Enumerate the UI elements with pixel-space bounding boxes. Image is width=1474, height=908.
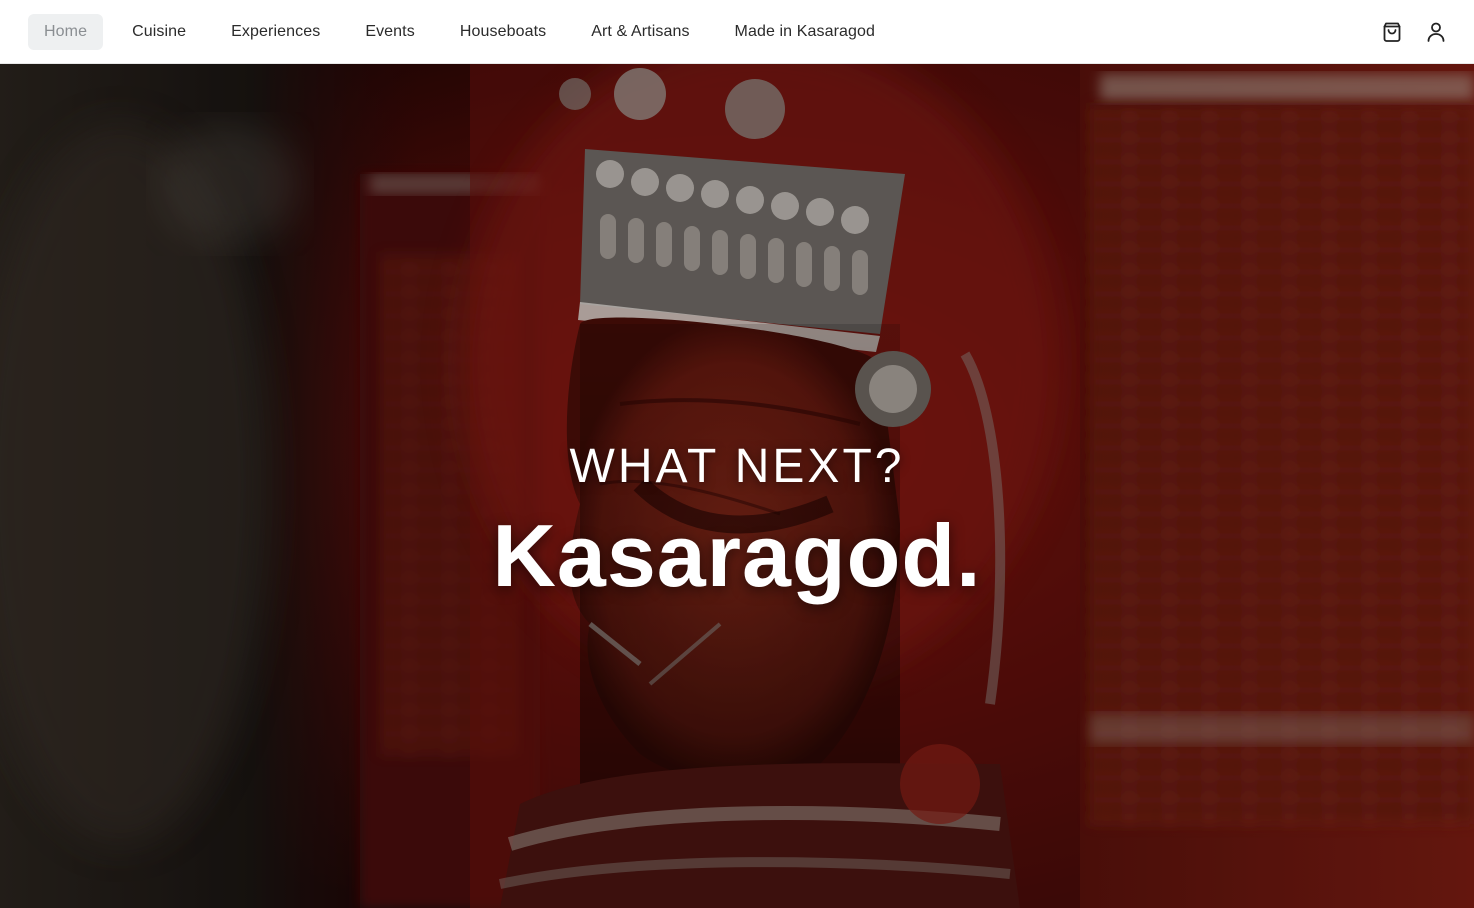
main-nav: Home Cuisine Experiences Events Houseboa… — [28, 0, 904, 63]
nav-item-houseboats[interactable]: Houseboats — [444, 14, 562, 50]
hero-text-block: WHAT NEXT? Kasaragod. — [0, 436, 1474, 604]
hero-title: Kasaragod. — [492, 506, 982, 605]
nav-item-cuisine[interactable]: Cuisine — [116, 14, 202, 50]
shopping-bag-icon[interactable] — [1380, 20, 1404, 44]
hero-section: WHAT NEXT? Kasaragod. — [0, 64, 1474, 908]
user-icon[interactable] — [1424, 20, 1448, 44]
nav-item-art-artisans[interactable]: Art & Artisans — [575, 14, 705, 50]
nav-item-experiences[interactable]: Experiences — [215, 14, 336, 50]
hero-eyebrow: WHAT NEXT? — [569, 440, 905, 493]
nav-item-events[interactable]: Events — [349, 14, 431, 50]
nav-item-home[interactable]: Home — [28, 13, 104, 50]
nav-item-made-in-kasaragod[interactable]: Made in Kasaragod — [719, 14, 891, 50]
top-navbar: Home Cuisine Experiences Events Houseboa… — [0, 0, 1474, 64]
nav-icon-group — [1380, 20, 1448, 44]
